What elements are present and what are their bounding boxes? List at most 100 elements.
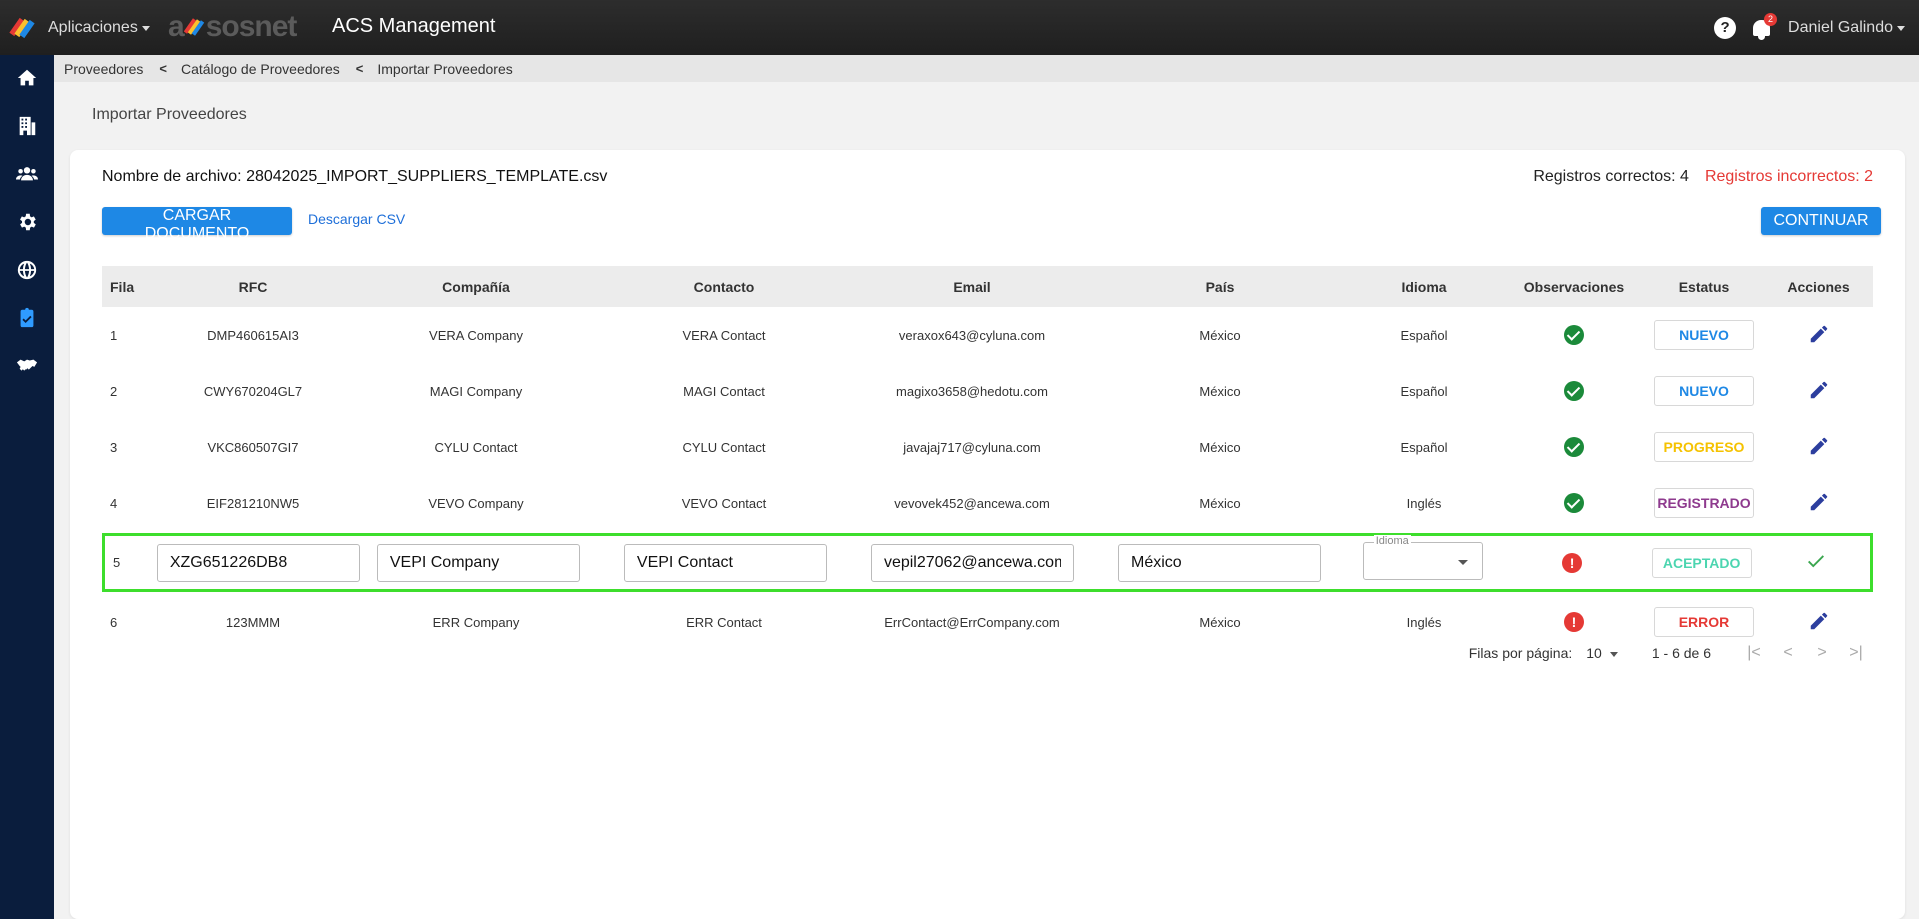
- error-icon: !: [1562, 552, 1583, 573]
- page-title: Importar Proveedores: [92, 106, 247, 123]
- breadcrumb-separator: <: [355, 61, 364, 76]
- prev-page-icon[interactable]: <: [1771, 644, 1805, 662]
- cell-pais: México: [1199, 439, 1241, 455]
- sidebar: [0, 55, 54, 919]
- record-counts: Registros correctos: 4 Registros incorre…: [1533, 168, 1873, 186]
- chevron-down-icon: [1457, 560, 1468, 565]
- header-rfc: RFC: [238, 278, 268, 295]
- edit-icon[interactable]: [1808, 379, 1830, 404]
- email-input[interactable]: [870, 543, 1074, 582]
- sidebar-item-home[interactable]: [12, 65, 42, 91]
- cell-acciones: [1764, 323, 1873, 348]
- header-idioma: Idioma: [1401, 278, 1447, 295]
- table-row: 1 DMP460615AI3 VERA Company VERA Contact…: [102, 307, 1873, 363]
- cell-fila: 1: [110, 327, 118, 343]
- sidebar-item-import[interactable]: [12, 305, 42, 331]
- breadcrumb-item-proveedores[interactable]: Proveedores: [64, 61, 143, 77]
- cell-observaciones: [1504, 493, 1644, 513]
- contacto-input[interactable]: [623, 543, 827, 582]
- upload-document-button[interactable]: Cargar documento: [102, 207, 292, 242]
- cell-rfc: 123MMM: [225, 614, 281, 630]
- rfc-input[interactable]: [156, 543, 360, 582]
- cell-email: veraxox643@cyluna.com: [898, 327, 1046, 343]
- sidebar-item-partners[interactable]: [12, 353, 42, 379]
- cell-email: ErrContact@ErrCompany.com: [884, 614, 1060, 630]
- cell-contacto: [602, 543, 849, 582]
- cell-fila: 5: [113, 555, 121, 570]
- header-contacto: Contacto: [693, 278, 755, 295]
- edit-icon[interactable]: [1808, 610, 1830, 635]
- user-menu[interactable]: Daniel Galindo: [1788, 19, 1905, 37]
- header-observaciones: Observaciones: [1523, 278, 1625, 295]
- app-launcher-icon[interactable]: [8, 14, 36, 42]
- apps-menu[interactable]: Aplicaciones: [48, 19, 150, 37]
- cell-idioma: Inglés: [1406, 614, 1442, 630]
- pagination: Filas por página: 10 1 - 6 de 6 |< < > >…: [1469, 644, 1873, 662]
- idioma-select[interactable]: Idioma: [1362, 535, 1483, 580]
- cell-contacto: ERR Contact: [686, 614, 762, 630]
- sidebar-item-users[interactable]: [12, 161, 42, 187]
- cell-fila: 6: [110, 614, 118, 630]
- check-circle-icon: [1564, 381, 1584, 401]
- help-icon[interactable]: ?: [1714, 16, 1737, 39]
- gear-icon: [20, 213, 36, 231]
- header-estatus: Estatus: [1678, 278, 1730, 295]
- pais-input[interactable]: [1117, 543, 1321, 582]
- download-csv-link[interactable]: Descargar CSV: [308, 211, 405, 227]
- continue-button[interactable]: Continuar: [1761, 207, 1881, 235]
- cell-compania: VEVO Company: [428, 495, 524, 511]
- next-page-icon[interactable]: >: [1805, 644, 1839, 662]
- compania-input[interactable]: [376, 543, 580, 582]
- file-name-label: Nombre de archivo: 28042025_IMPORT_SUPPL…: [102, 168, 608, 185]
- edit-icon[interactable]: [1808, 435, 1830, 460]
- cell-pais: México: [1199, 327, 1241, 343]
- cell-estatus: ACEPTADO: [1642, 547, 1762, 578]
- table-row: 4 EIF281210NW5 VEVO Company VEVO Contact…: [102, 475, 1873, 531]
- table-row-editing: 5 Idioma ! ACEPTADO: [102, 533, 1873, 592]
- check-circle-icon: [1564, 325, 1584, 345]
- notifications-button[interactable]: 2: [1750, 12, 1778, 40]
- last-page-icon[interactable]: >|: [1839, 644, 1873, 662]
- chevron-down-icon: [141, 26, 150, 31]
- cell-acciones: [1764, 610, 1873, 635]
- table-row: 2 CWY670204GL7 MAGI Company MAGI Contact…: [102, 363, 1873, 419]
- breadcrumb-item-importar[interactable]: Importar Proveedores: [377, 61, 512, 77]
- handshake-icon: [16, 359, 38, 371]
- first-page-icon[interactable]: |<: [1737, 644, 1771, 662]
- check-circle-icon: [1564, 493, 1584, 513]
- suppliers-table: Fila RFC Compañía Contacto Email País Id…: [102, 266, 1873, 650]
- cell-rfc: CWY670204GL7: [203, 383, 303, 399]
- cell-fila: 2: [110, 383, 118, 399]
- globe-icon: [17, 260, 37, 280]
- home-icon: [17, 69, 37, 86]
- app-title: ACS Management: [332, 15, 496, 37]
- cell-email: vevovek452@ancewa.com: [894, 495, 1050, 511]
- cell-pais: México: [1199, 614, 1241, 630]
- cell-estatus: PROGRESO: [1644, 432, 1764, 462]
- cell-idioma: Español: [1400, 383, 1448, 399]
- edit-icon[interactable]: [1808, 491, 1830, 516]
- edit-icon[interactable]: [1808, 323, 1830, 348]
- sidebar-item-companies[interactable]: [12, 113, 42, 139]
- cell-pais: [1096, 543, 1343, 582]
- cell-pais: México: [1199, 495, 1241, 511]
- cell-idioma: Español: [1400, 327, 1448, 343]
- rows-per-page-label: Filas por página:: [1468, 645, 1573, 661]
- status-badge: ERROR: [1654, 607, 1754, 637]
- sidebar-item-settings[interactable]: [12, 209, 42, 235]
- breadcrumb-item-catalogo[interactable]: Catálogo de Proveedores: [181, 61, 340, 77]
- cell-email: [849, 543, 1096, 582]
- cell-email: magixo3658@hedotu.com: [896, 383, 1048, 399]
- cell-compania: VERA Company: [429, 327, 523, 343]
- chevron-down-icon: [1609, 651, 1618, 657]
- check-circle-icon: [1564, 437, 1584, 457]
- cell-idioma: Español: [1400, 439, 1448, 455]
- cell-estatus: NUEVO: [1644, 320, 1764, 350]
- breadcrumb: Proveedores < Catálogo de Proveedores < …: [54, 55, 1919, 82]
- chevron-down-icon: [1897, 26, 1905, 31]
- checkmark-icon[interactable]: [1805, 550, 1827, 575]
- sidebar-item-global[interactable]: [12, 257, 42, 283]
- table-row: 6 123MMM ERR Company ERR Contact ErrCont…: [102, 594, 1873, 650]
- rows-per-page-select[interactable]: 10: [1586, 645, 1618, 661]
- incorrect-records-count: Registros incorrectos: 2: [1704, 168, 1873, 185]
